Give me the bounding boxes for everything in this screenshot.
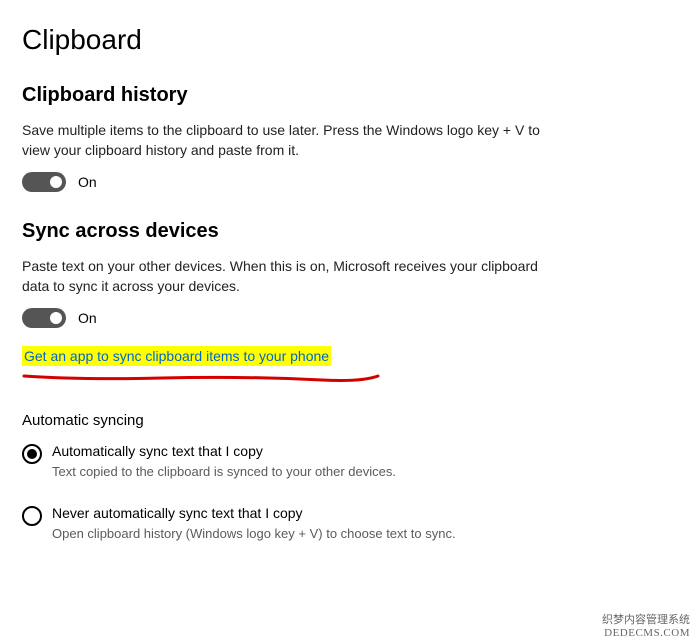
automatic-syncing-heading: Automatic syncing [22,412,674,429]
radio-label: Automatically sync text that I copy [52,443,396,459]
sync-devices-heading: Sync across devices [22,220,674,243]
sync-devices-toggle-label: On [78,310,97,326]
page-title: Clipboard [22,24,674,56]
clipboard-history-description: Save multiple items to the clipboard to … [22,121,562,160]
watermark-line2: DEDECMS.COM [602,627,690,640]
sync-devices-description: Paste text on your other devices. When t… [22,257,562,296]
watermark-line1: 织梦内容管理系统 [602,614,690,627]
sync-devices-toggle[interactable] [22,308,66,328]
clipboard-history-heading: Clipboard history [22,84,674,107]
radio-description: Text copied to the clipboard is synced t… [52,463,396,481]
radio-button-icon [22,506,42,526]
radio-button-icon [22,444,42,464]
radio-description: Open clipboard history (Windows logo key… [52,525,456,543]
annotation-underline [22,370,382,386]
sync-devices-toggle-row: On [22,308,674,328]
clipboard-history-toggle[interactable] [22,172,66,192]
radio-label: Never automatically sync text that I cop… [52,505,456,521]
get-app-link[interactable]: Get an app to sync clipboard items to yo… [22,346,331,366]
clipboard-history-toggle-row: On [22,172,674,192]
clipboard-history-toggle-label: On [78,174,97,190]
watermark: 织梦内容管理系统 DEDECMS.COM [602,614,690,640]
radio-option-never-sync[interactable]: Never automatically sync text that I cop… [22,505,674,543]
radio-option-auto-sync[interactable]: Automatically sync text that I copy Text… [22,443,674,481]
